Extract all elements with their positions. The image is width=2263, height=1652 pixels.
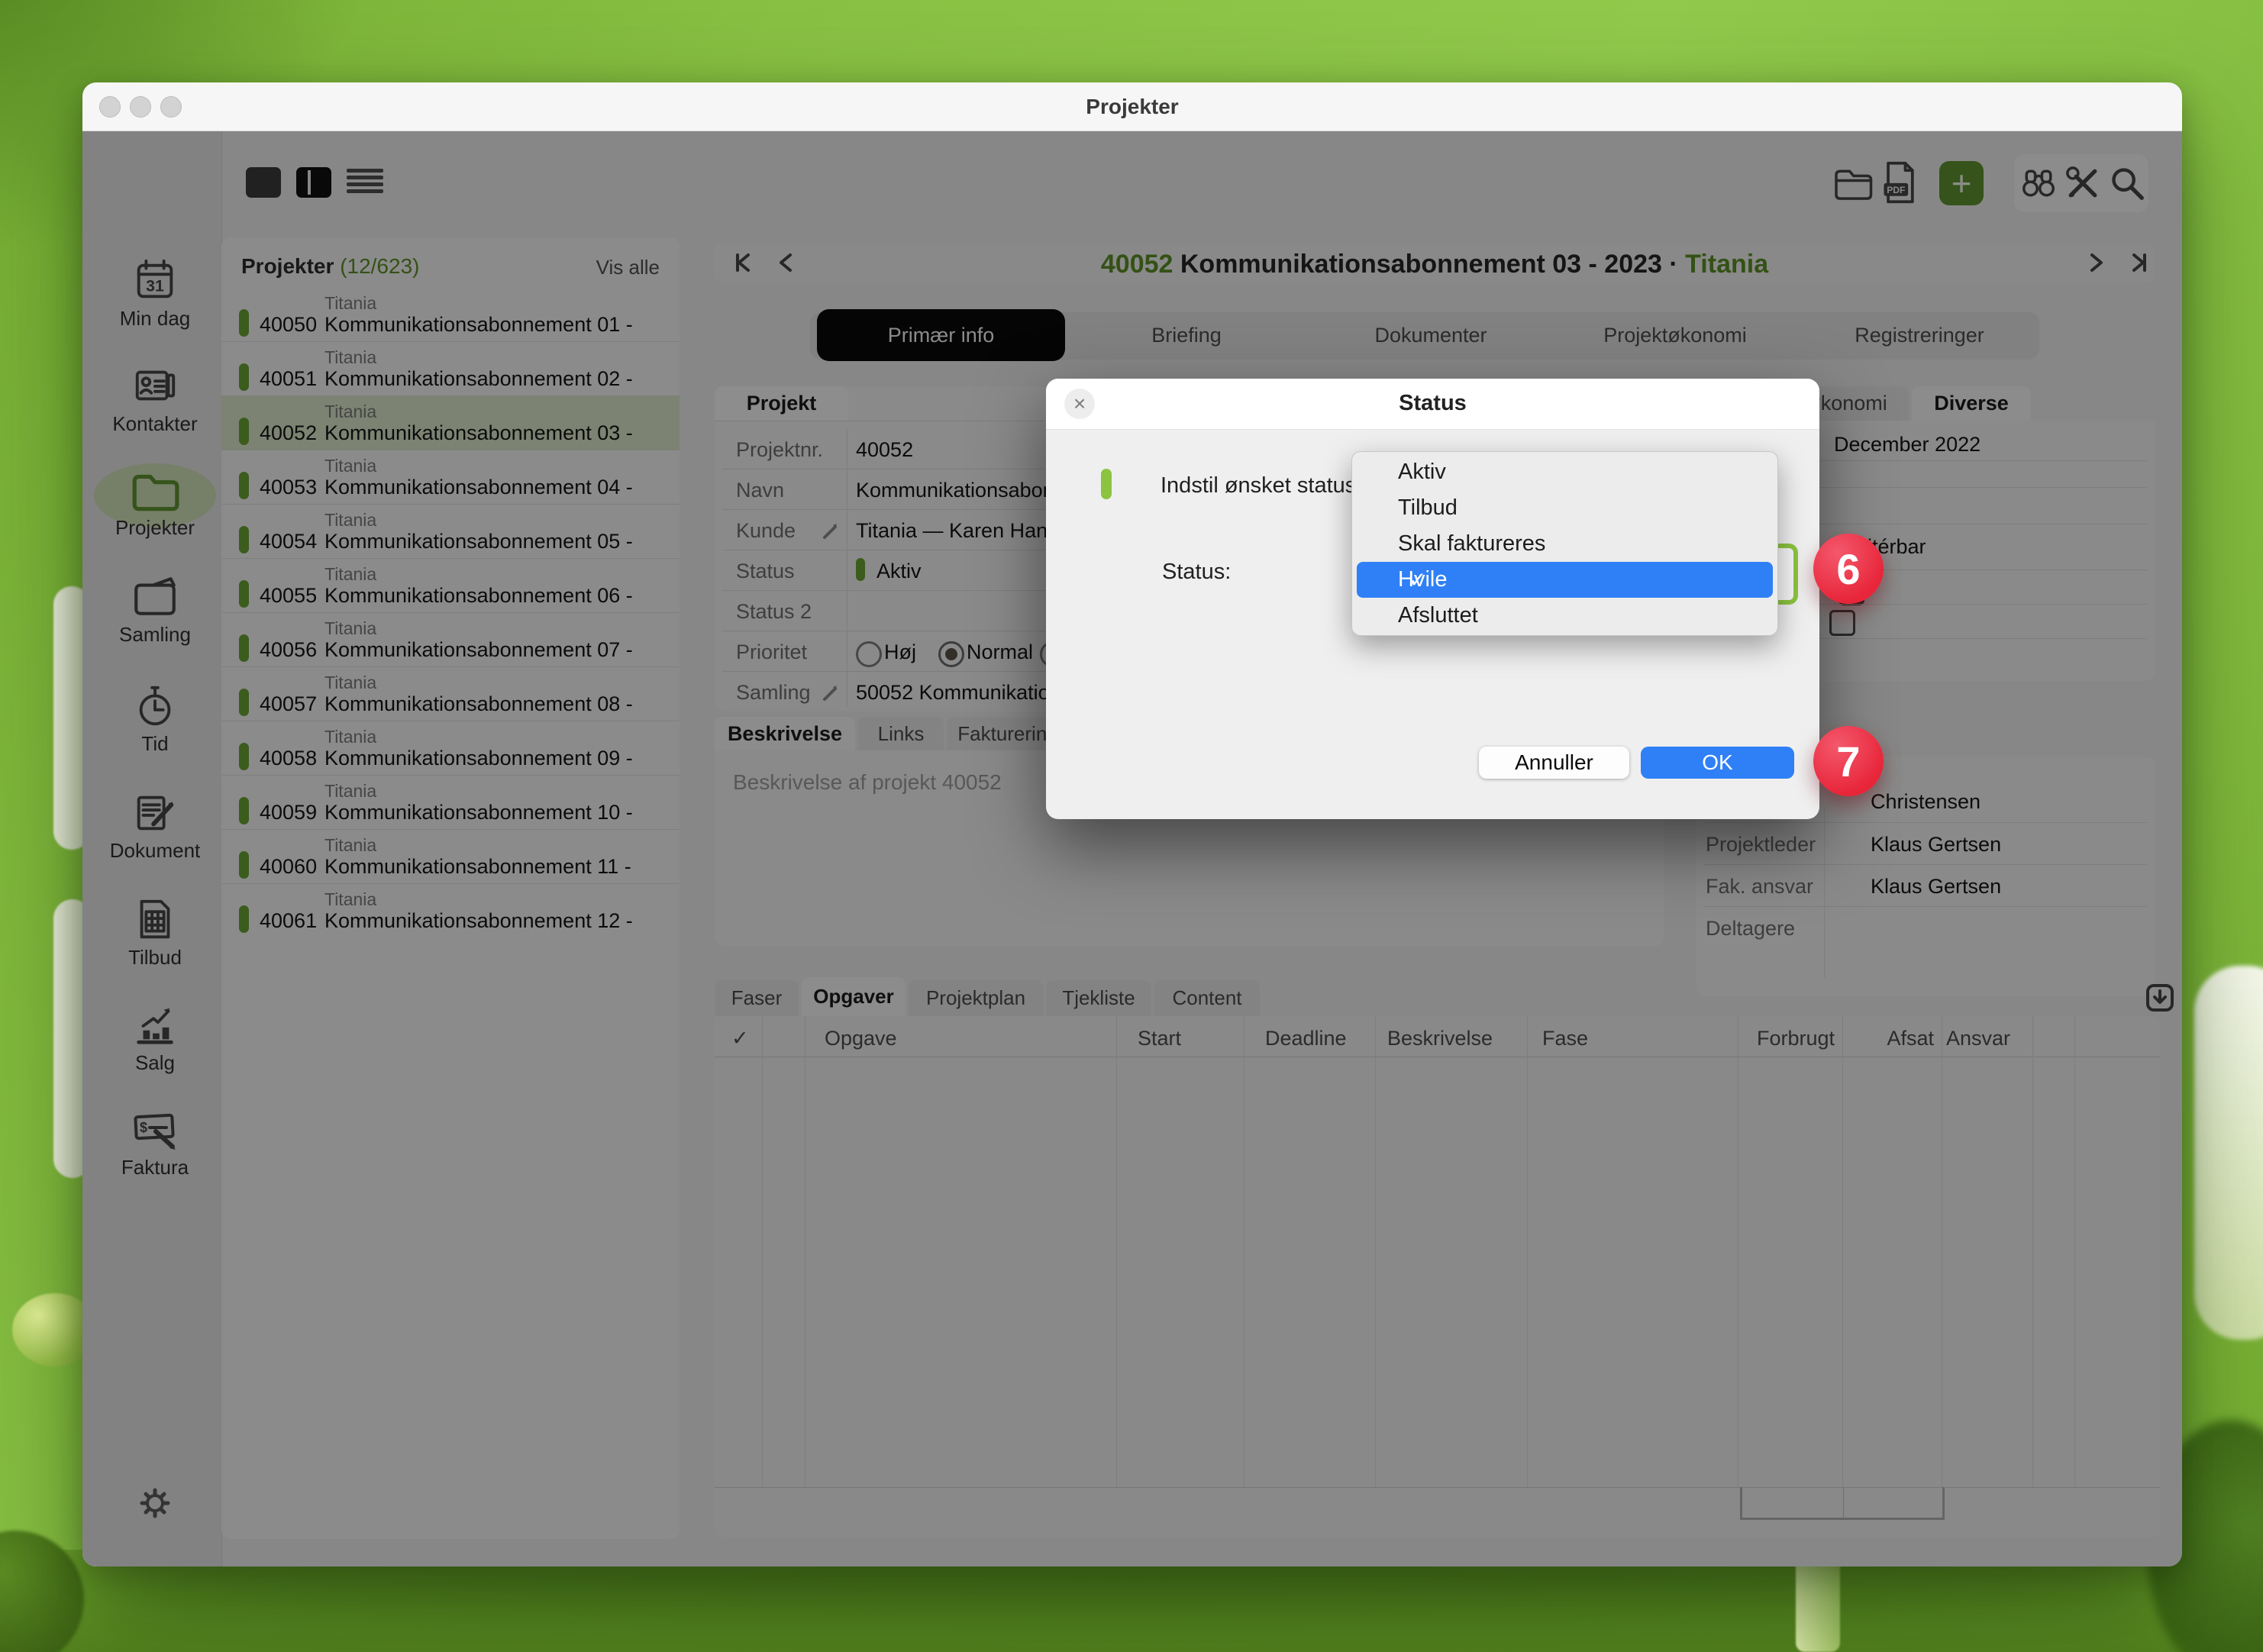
check-icon: ✓ <box>1409 567 1426 592</box>
status-dialog: × Status Indstil ønsket status (s Status… <box>1046 379 1819 819</box>
status-dialog-titlebar: × Status <box>1046 379 1819 430</box>
annotation-step-6: 6 <box>1813 534 1884 604</box>
window-title: Projekter <box>82 95 2182 119</box>
status-field-label: Status: <box>1162 560 1231 585</box>
status-dropdown-menu: Aktiv Tilbud Skal faktureres ✓ Hvile Afs… <box>1351 451 1778 636</box>
desktop: Projekter Structure <box>0 0 2263 1652</box>
dialog-instruction: Indstil ønsket status (s <box>1161 473 1381 499</box>
status-dialog-title: Status <box>1046 391 1819 416</box>
window-content: Structure PDF + <box>82 131 2182 1566</box>
menu-option-tilbud[interactable]: Tilbud <box>1357 490 1773 526</box>
menu-option-afsluttet[interactable]: Afsluttet <box>1357 598 1773 634</box>
cancel-button[interactable]: Annuller <box>1479 747 1629 779</box>
status-pill <box>1101 469 1112 499</box>
table-leg <box>1796 1556 1840 1652</box>
menu-option-skal-faktureres[interactable]: Skal faktureres <box>1357 526 1773 562</box>
menu-option-hvile-selected[interactable]: ✓ Hvile <box>1357 562 1773 598</box>
app-window: Projekter Structure <box>82 82 2182 1566</box>
modal-dim-overlay <box>82 131 2182 1566</box>
menu-option-aktiv[interactable]: Aktiv <box>1357 454 1773 490</box>
ok-button[interactable]: OK <box>1641 747 1794 779</box>
white-blob-right <box>2194 966 2263 1340</box>
annotation-step-7: 7 <box>1813 726 1884 796</box>
window-titlebar[interactable]: Projekter <box>82 82 2182 131</box>
